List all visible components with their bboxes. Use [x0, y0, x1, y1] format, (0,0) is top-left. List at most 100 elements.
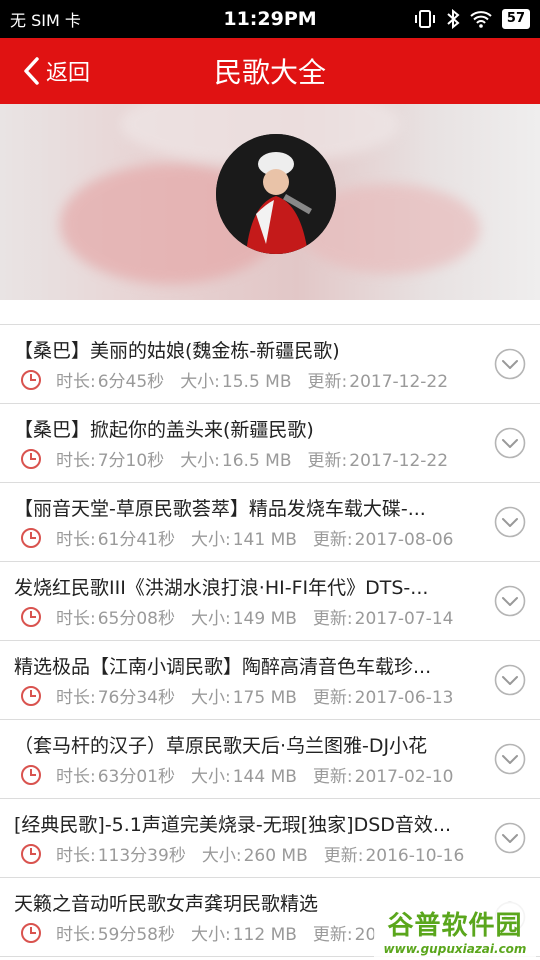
size-value: 112 MB — [232, 925, 297, 945]
list-item[interactable]: 【丽音天堂-草原民歌荟萃】精品发烧车载大碟-... 时长: 61分41秒 大小: 141… — [0, 483, 540, 562]
updated-value: 2017-06-13 — [354, 688, 454, 708]
updated-label: 更新: — [312, 925, 353, 945]
duration: 时长: 113分39秒 — [56, 841, 188, 866]
file-size: 大小: 149 MB — [191, 604, 299, 629]
size-label: 大小: — [191, 530, 231, 550]
size-label: 大小: — [180, 451, 220, 471]
file-size: 大小: 112 MB — [191, 920, 299, 945]
duration: 时长: 76分34秒 — [56, 683, 177, 708]
updated-date: 更新: 2017-12-22 — [308, 367, 451, 392]
back-button[interactable]: 返回 — [0, 55, 90, 87]
song-title: 【丽音天堂-草原民歌荟萃】精品发烧车载大碟-... — [14, 498, 426, 520]
clock-icon — [21, 843, 41, 864]
updated-value: 2017-12-22 — [349, 372, 449, 392]
updated-date: 更新: 2016-10-16 — [324, 841, 467, 866]
watermark-name: 谷普软件园 — [387, 910, 523, 941]
updated-label: 更新: — [312, 609, 353, 629]
updated-value: 2016-10-16 — [365, 846, 465, 866]
list-spacer — [0, 300, 540, 325]
updated-date: 更新: 2017-02-10 — [313, 762, 456, 787]
duration: 时长: 61分41秒 — [56, 525, 177, 550]
file-size: 大小: 260 MB — [202, 841, 310, 866]
updated-value: 2017-08-06 — [354, 530, 454, 550]
song-meta: 时长: 6分45秒 大小: 15.5 MB 更新: 2017-12-22 — [20, 367, 450, 392]
duration-value: 63分01秒 — [97, 767, 175, 787]
clock-icon — [21, 922, 41, 943]
duration-label: 时长: — [56, 688, 96, 708]
list-item[interactable]: 精选极品【江南小调民歌】陶醉高清音色车载珍... 时长: 76分34秒 大小: 175 … — [0, 641, 540, 720]
carrier-text: 无 SIM 卡 — [10, 11, 81, 30]
chevron-down-icon[interactable] — [494, 506, 526, 538]
chevron-down-icon[interactable] — [494, 585, 526, 617]
duration-label: 时长: — [56, 372, 96, 392]
size-label: 大小: — [191, 688, 231, 708]
singer-avatar — [216, 134, 336, 254]
list-item[interactable]: [经典民歌]-5.1声道完美烧录-无瑕[独家]DSD音效... 时长: 113分39… — [0, 799, 540, 878]
list-item[interactable]: 【桑巴】掀起你的盖头来(新疆民歌) 时长: 7分10秒 大小: 16.5 MB 更新: 20… — [0, 404, 540, 483]
battery-icon: 57 — [501, 9, 530, 29]
banner-image — [0, 104, 540, 300]
chevron-left-icon — [24, 57, 39, 85]
list-item[interactable]: 发烧红民歌III《洪湖水浪打浪·HI-FI年代》DTS-... 时长: 65分08秒… — [0, 562, 540, 641]
song-list: 【桑巴】美丽的姑娘(魏金栋-新疆民歌) 时长: 6分45秒 大小: 15.5 MB 更新:… — [0, 325, 540, 957]
updated-label: 更新: — [312, 530, 353, 550]
app-header: 返回 民歌大全 — [0, 38, 540, 104]
song-meta: 时长: 63分01秒 大小: 144 MB 更新: 2017-02-10 — [20, 762, 455, 787]
duration: 时长: 7分10秒 — [56, 446, 166, 471]
size-value: 260 MB — [243, 846, 308, 866]
file-size: 大小: 141 MB — [191, 525, 299, 550]
status-icons: 57 — [414, 9, 530, 29]
chevron-down-icon[interactable] — [494, 743, 526, 775]
chevron-down-icon[interactable] — [494, 427, 526, 459]
duration-value: 65分08秒 — [97, 609, 175, 629]
song-meta: 时长: 7分10秒 大小: 16.5 MB 更新: 2017-12-22 — [20, 446, 450, 471]
watermark-url: www.gupuxiazai.com — [383, 941, 527, 956]
song-meta: 时长: 61分41秒 大小: 141 MB 更新: 2017-08-06 — [20, 525, 455, 550]
duration: 时长: 59分58秒 — [56, 920, 177, 945]
duration: 时长: 65分08秒 — [56, 604, 177, 629]
size-value: 141 MB — [232, 530, 297, 550]
size-value: 15.5 MB — [221, 372, 292, 392]
duration-label: 时长: — [56, 609, 96, 629]
file-size: 大小: 15.5 MB — [180, 367, 293, 392]
clock-icon — [21, 527, 41, 548]
chevron-down-icon[interactable] — [494, 348, 526, 380]
song-meta: 时长: 113分39秒 大小: 260 MB 更新: 2016-10-16 — [20, 841, 466, 866]
updated-date: 更新: 2017-12-22 — [308, 446, 451, 471]
duration-value: 7分10秒 — [97, 451, 165, 471]
duration-value: 76分34秒 — [97, 688, 175, 708]
chevron-down-icon[interactable] — [494, 664, 526, 696]
clock-icon — [21, 764, 41, 785]
updated-date: 更新: 2017-08-06 — [313, 525, 456, 550]
duration-label: 时长: — [56, 767, 96, 787]
size-label: 大小: — [180, 372, 220, 392]
clock-icon — [21, 606, 41, 627]
chevron-down-icon[interactable] — [494, 822, 526, 854]
list-item[interactable]: （套马杆的汉子）草原民歌天后·乌兰图雅-DJ小花时长: 63分01秒 大小: 144 … — [0, 720, 540, 799]
file-size: 大小: 144 MB — [191, 762, 299, 787]
song-meta: 时长: 59分58秒 大小: 112 MB 更新: 20 — [20, 920, 378, 945]
updated-value: 2017-02-10 — [354, 767, 454, 787]
updated-value: 2017-12-22 — [349, 451, 449, 471]
song-title: [经典民歌]-5.1声道完美烧录-无瑕[独家]DSD音效... — [14, 814, 452, 836]
size-value: 144 MB — [232, 767, 297, 787]
duration-label: 时长: — [56, 451, 96, 471]
updated-label: 更新: — [312, 688, 353, 708]
duration-label: 时长: — [56, 925, 96, 945]
back-label: 返回 — [46, 61, 91, 86]
vibrate-icon — [414, 10, 435, 28]
clock-icon — [21, 369, 41, 390]
size-value: 149 MB — [232, 609, 297, 629]
updated-label: 更新: — [307, 451, 348, 471]
updated-label: 更新: — [312, 767, 353, 787]
file-size: 大小: 16.5 MB — [180, 446, 293, 471]
updated-label: 更新: — [307, 372, 348, 392]
song-title: 【桑巴】掀起你的盖头来(新疆民歌) — [14, 419, 314, 441]
status-bar: 无 SIM 卡 11:29PM 57 — [0, 0, 540, 38]
song-meta: 时长: 76分34秒 大小: 175 MB 更新: 2017-06-13 — [20, 683, 455, 708]
duration-value: 113分39秒 — [97, 846, 186, 866]
updated-date: 更新: 20 — [313, 920, 378, 945]
song-title: （套马杆的汉子）草原民歌天后·乌兰图雅-DJ小花 — [14, 735, 428, 757]
duration-value: 59分58秒 — [97, 925, 175, 945]
list-item[interactable]: 【桑巴】美丽的姑娘(魏金栋-新疆民歌) 时长: 6分45秒 大小: 15.5 MB 更新:… — [0, 325, 540, 404]
